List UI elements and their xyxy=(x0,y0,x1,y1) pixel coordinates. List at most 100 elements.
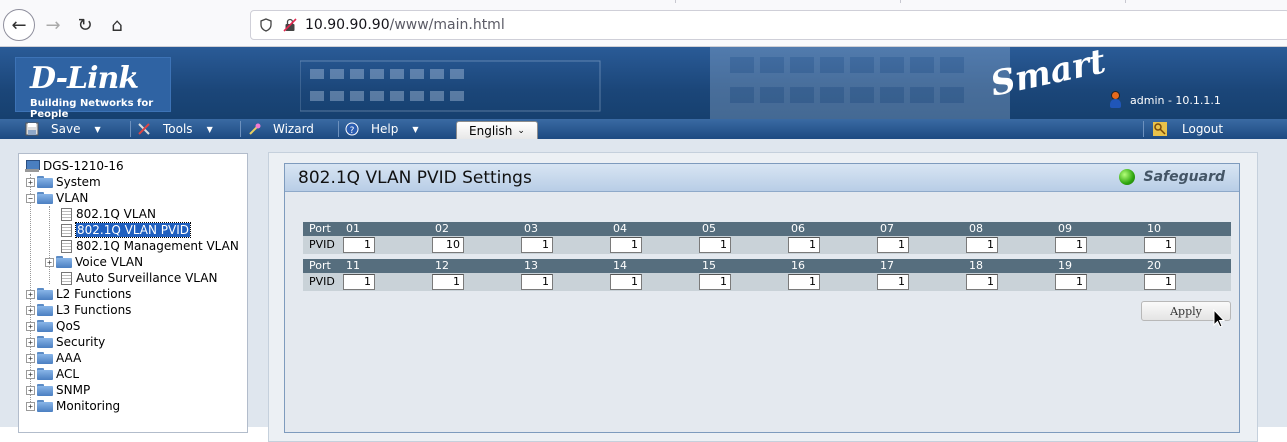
tree-item-vlan[interactable]: − VLAN xyxy=(26,190,88,206)
menu-logout-label: Logout xyxy=(1182,122,1224,136)
pvid-input[interactable]: 1 xyxy=(343,274,375,290)
expand-icon[interactable]: + xyxy=(26,321,35,331)
tree-item-mgmt-vlan[interactable]: 802.1Q Management VLAN xyxy=(61,238,239,254)
pvid-input[interactable]: 1 xyxy=(1055,237,1087,253)
tree-label: VLAN xyxy=(56,191,89,205)
tree-item-monitoring[interactable]: + Monitoring xyxy=(26,398,120,414)
folder-icon xyxy=(37,352,53,364)
pvid-table-row1: Port 01 02 03 04 05 06 07 08 09 10 PVID 1 10 1 1 1 1 1 1… xyxy=(303,222,1231,254)
expand-icon[interactable]: + xyxy=(26,177,35,187)
home-icon[interactable]: ⌂ xyxy=(101,9,133,41)
tree-item-aaa[interactable]: + AAA xyxy=(26,350,81,366)
port-number: 08 xyxy=(969,222,983,235)
expand-icon[interactable]: + xyxy=(26,385,35,395)
page-icon xyxy=(61,271,72,285)
tree-item-8021q-vlan-pvid[interactable]: 802.1Q VLAN PVID xyxy=(61,222,192,238)
tools-icon xyxy=(138,123,150,135)
port-number: 14 xyxy=(613,259,627,272)
address-bar[interactable]: 10.90.90.90/www/main.html xyxy=(250,10,1287,40)
folder-icon xyxy=(37,288,53,300)
port-number: 01 xyxy=(346,222,360,235)
pvid-input[interactable]: 1 xyxy=(699,274,731,290)
tree-label: 802.1Q VLAN xyxy=(76,207,156,221)
port-number: 18 xyxy=(969,259,983,272)
pvid-input[interactable]: 10 xyxy=(432,237,464,253)
tree-item-snmp[interactable]: + SNMP xyxy=(26,382,90,398)
tree-item-system[interactable]: + System xyxy=(26,174,101,190)
pvid-settings-panel: 802.1Q VLAN PVID Settings Safeguard Port… xyxy=(284,163,1240,433)
tree-item-8021q-vlan[interactable]: 802.1Q VLAN xyxy=(61,206,156,222)
expand-icon[interactable]: + xyxy=(26,369,35,379)
tree-item-acl[interactable]: + ACL xyxy=(26,366,79,382)
port-number: 05 xyxy=(702,222,716,235)
pvid-input[interactable]: 1 xyxy=(788,274,820,290)
reload-icon[interactable]: ↻ xyxy=(69,9,101,41)
pvid-input[interactable]: 1 xyxy=(966,237,998,253)
pvid-input[interactable]: 1 xyxy=(1144,274,1176,290)
expand-icon[interactable]: + xyxy=(26,337,35,347)
pvid-input[interactable]: 1 xyxy=(1055,274,1087,290)
tree-root[interactable]: DGS-1210-16 xyxy=(25,158,124,174)
expand-icon[interactable]: + xyxy=(26,401,35,411)
insecure-lock-icon[interactable] xyxy=(283,18,297,32)
expand-icon[interactable]: + xyxy=(45,257,54,267)
pvid-input[interactable]: 1 xyxy=(877,274,909,290)
folder-icon xyxy=(37,336,53,348)
collapse-icon[interactable]: − xyxy=(26,193,35,203)
pvid-input[interactable]: 1 xyxy=(521,237,553,253)
menu-tools-label: Tools xyxy=(163,122,193,136)
menu-help-label: Help xyxy=(371,122,399,136)
pvid-input[interactable]: 1 xyxy=(699,237,731,253)
port-number: 17 xyxy=(880,259,894,272)
tree-item-l3[interactable]: + L3 Functions xyxy=(26,302,131,318)
pvid-input[interactable]: 1 xyxy=(610,274,642,290)
menu-help[interactable]: ? Help ▼ xyxy=(345,119,419,139)
chevron-down-icon: ▼ xyxy=(206,124,213,134)
menu-save[interactable]: Save ▼ xyxy=(25,119,101,139)
tree-item-security[interactable]: + Security xyxy=(26,334,105,350)
tree-item-l2[interactable]: + L2 Functions xyxy=(26,286,131,302)
page-icon xyxy=(61,207,72,221)
menu-logout[interactable]: Logout xyxy=(1153,119,1223,139)
pvid-input[interactable]: 1 xyxy=(966,274,998,290)
back-arrow-icon[interactable]: ← xyxy=(3,9,35,41)
logo-tagline: Building Networks for People xyxy=(30,98,154,119)
folder-open-icon xyxy=(37,192,53,204)
pvid-input[interactable]: 1 xyxy=(1144,237,1176,253)
key-icon xyxy=(1153,122,1167,136)
pvid-input[interactable]: 1 xyxy=(521,274,553,290)
pvid-input[interactable]: 1 xyxy=(343,237,375,253)
forward-arrow-icon[interactable]: → xyxy=(37,9,69,41)
tree-label: AAA xyxy=(56,351,82,365)
navigation-tree: DGS-1210-16 + System − VLAN 802.1Q VLAN … xyxy=(18,153,248,433)
port-number: 16 xyxy=(791,259,805,272)
language-select[interactable]: English ⌄ xyxy=(456,121,538,141)
expand-icon[interactable]: + xyxy=(26,289,35,299)
tree-label: QoS xyxy=(56,319,81,333)
pvid-value-row: PVID 1 1 1 1 1 1 1 1 1 1 xyxy=(303,273,1231,291)
expand-icon[interactable]: + xyxy=(26,305,35,315)
expand-icon[interactable]: + xyxy=(26,353,35,363)
pvid-row-label: PVID xyxy=(309,238,335,251)
port-number: 19 xyxy=(1058,259,1072,272)
pvid-input[interactable]: 1 xyxy=(610,237,642,253)
port-number: 12 xyxy=(435,259,449,272)
folder-icon xyxy=(56,256,72,268)
logo-text: D-Link xyxy=(30,61,139,96)
tree-item-voice-vlan[interactable]: + Voice VLAN xyxy=(45,254,143,270)
pvid-input[interactable]: 1 xyxy=(877,237,909,253)
mouse-cursor-icon xyxy=(1213,309,1225,328)
page-icon xyxy=(61,223,72,237)
tree-label: ACL xyxy=(56,367,80,381)
tree-item-qos[interactable]: + QoS xyxy=(26,318,80,334)
port-number: 11 xyxy=(346,259,360,272)
port-header-label: Port xyxy=(309,259,331,272)
menu-tools[interactable]: Tools ▼ xyxy=(137,119,213,139)
pvid-input[interactable]: 1 xyxy=(432,274,464,290)
shield-icon[interactable] xyxy=(259,18,273,32)
tree-label: System xyxy=(56,175,101,189)
menu-wizard[interactable]: Wizard xyxy=(247,119,314,139)
pvid-input[interactable]: 1 xyxy=(788,237,820,253)
tree-item-auto-surveillance[interactable]: Auto Surveillance VLAN xyxy=(61,270,217,286)
app-header: D-Link Building Networks for People Smar… xyxy=(0,47,1287,119)
